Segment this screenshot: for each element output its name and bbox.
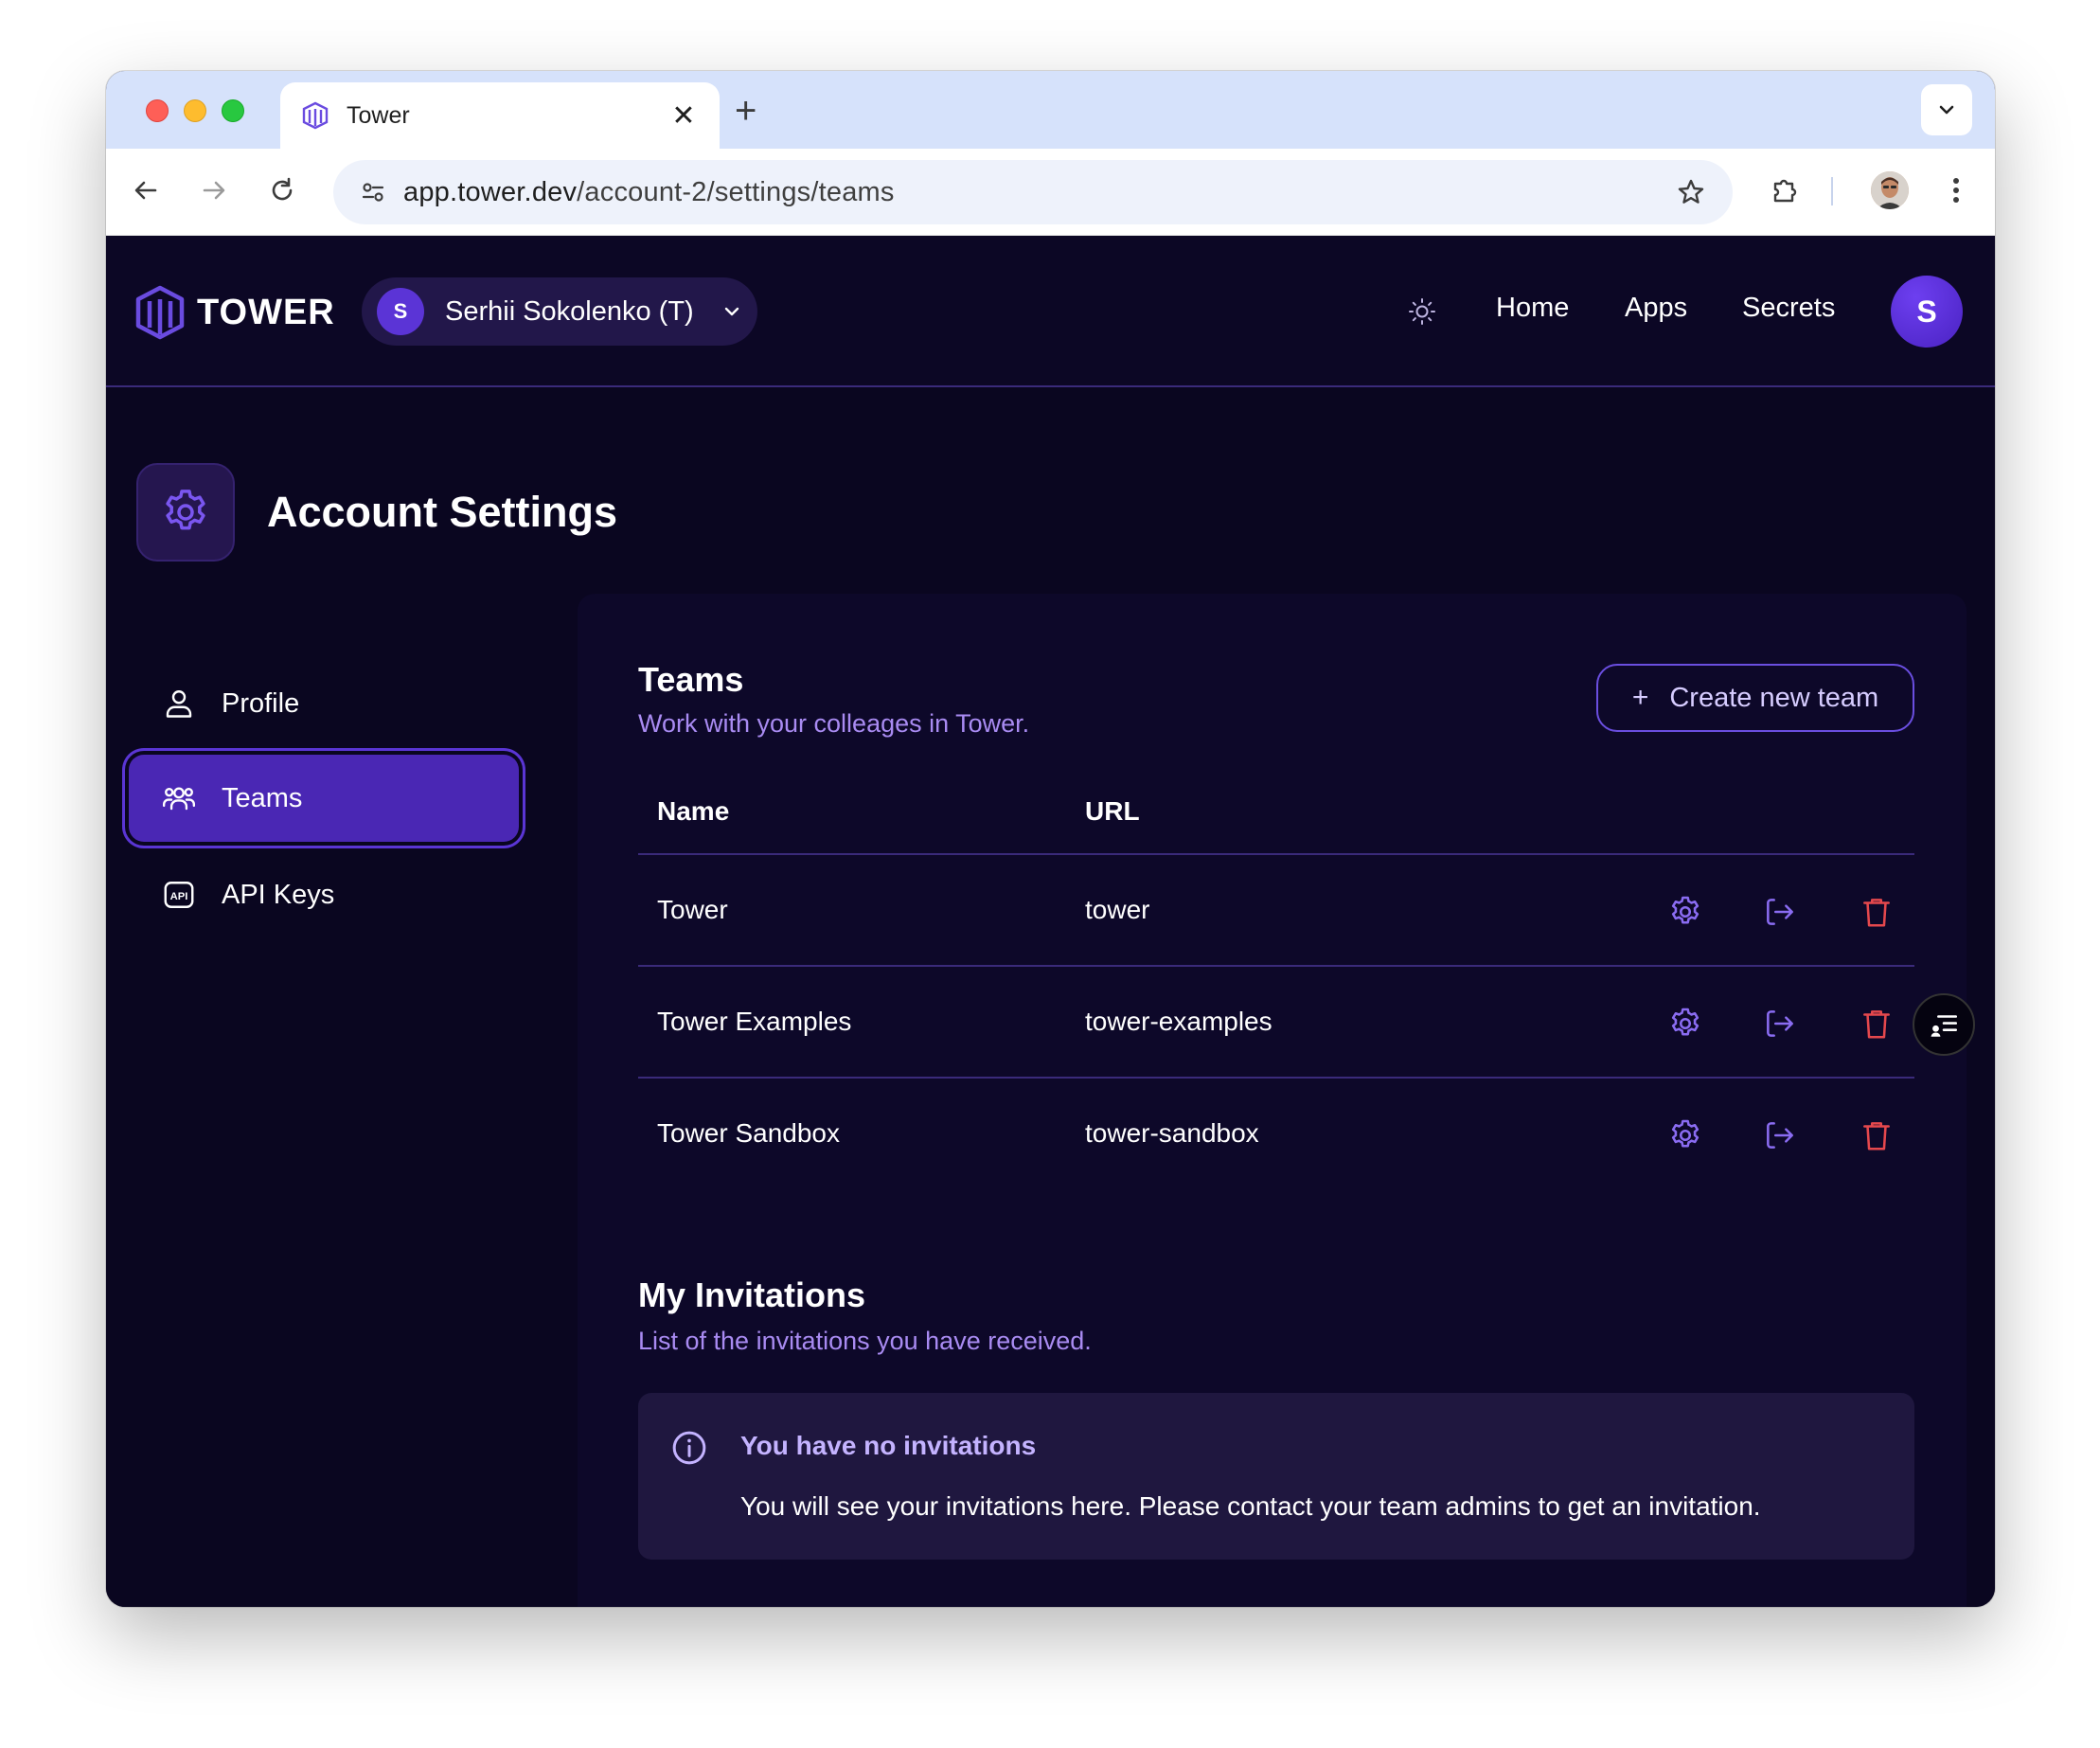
gear-icon[interactable] <box>1664 1003 1706 1044</box>
user-avatar-button[interactable]: S <box>1891 276 1963 348</box>
trash-icon[interactable] <box>1856 1115 1897 1156</box>
table-row: Tower Sandbox tower-sandbox <box>638 1077 1914 1188</box>
reload-button[interactable] <box>261 169 303 211</box>
tower-logo-icon <box>135 285 185 340</box>
settings-header: Account Settings <box>136 463 617 562</box>
tab-title: Tower <box>347 101 410 129</box>
tab-strip: Tower ✕ + <box>106 71 1995 149</box>
maximize-window-button[interactable] <box>222 99 244 122</box>
sidebar-item-teams[interactable]: Teams <box>129 755 519 842</box>
account-name: Serhii Sokolenko (T) <box>445 295 694 327</box>
leave-icon[interactable] <box>1759 1003 1801 1044</box>
table-row: Tower tower <box>638 853 1914 965</box>
teams-panel: Teams Work with your colleages in Tower.… <box>578 594 1967 1607</box>
teams-title: Teams <box>638 660 744 699</box>
arrow-left-icon <box>134 181 157 200</box>
alert-body: You will see your invitations here. Plea… <box>740 1491 1761 1521</box>
theme-toggle-button[interactable] <box>1405 294 1439 329</box>
column-header-name: Name <box>657 796 730 826</box>
team-name: Tower Examples <box>657 1007 852 1036</box>
svg-text:API: API <box>170 891 188 902</box>
users-icon <box>159 778 199 818</box>
page-title: Account Settings <box>267 488 618 536</box>
teams-subtitle: Work with your colleages in Tower. <box>638 709 1030 738</box>
no-invitations-alert: You have no invitations You will see you… <box>638 1393 1914 1560</box>
bookmark-star-icon[interactable] <box>1670 171 1712 213</box>
account-switcher[interactable]: S Serhii Sokolenko (T) <box>362 277 757 346</box>
floating-menu-button[interactable] <box>1913 993 1975 1056</box>
url-path: /account-2/settings/teams <box>577 176 895 207</box>
gear-icon[interactable] <box>1664 1115 1706 1156</box>
team-url: tower <box>1085 895 1150 924</box>
puzzle-icon <box>1773 179 1797 203</box>
gear-icon[interactable] <box>1664 891 1706 933</box>
browser-toolbar: app.tower.dev/account-2/settings/teams <box>106 149 1995 236</box>
sun-icon <box>1409 298 1435 325</box>
user-list-icon <box>1931 1015 1958 1037</box>
chevron-down-icon <box>724 307 739 316</box>
leave-icon[interactable] <box>1759 1115 1801 1156</box>
site-info-icon[interactable] <box>354 173 392 211</box>
profile-avatar <box>1871 171 1909 209</box>
team-name: Tower Sandbox <box>657 1118 841 1148</box>
sidebar-item-label: Profile <box>222 687 300 719</box>
trash-icon[interactable] <box>1856 1003 1897 1044</box>
reload-icon <box>272 177 293 201</box>
column-header-url: URL <box>1085 796 1140 826</box>
leave-icon[interactable] <box>1759 891 1801 933</box>
team-url: tower-sandbox <box>1085 1118 1259 1148</box>
profile-button[interactable] <box>1869 169 1911 211</box>
url-host: app.tower.dev <box>403 176 578 207</box>
chevron-down-icon <box>1939 105 1954 115</box>
api-icon: API <box>159 875 199 915</box>
toolbar-divider <box>1831 177 1833 205</box>
sidebar-item-api-keys[interactable]: API API Keys <box>129 851 519 938</box>
close-window-button[interactable] <box>146 99 169 122</box>
logo-text: TOWER <box>197 292 335 332</box>
minimize-window-button[interactable] <box>184 99 206 122</box>
settings-gear-icon <box>136 463 235 562</box>
extensions-button[interactable] <box>1765 169 1806 211</box>
new-tab-button[interactable]: + <box>735 92 756 130</box>
table-row: Tower Examples tower-examples <box>638 965 1914 1077</box>
app-header: TOWER S Serhii Sokolenko (T) Home Apps S… <box>106 236 1995 387</box>
sidebar-item-label: Teams <box>222 782 303 813</box>
account-avatar: S <box>377 288 424 335</box>
team-url: tower-examples <box>1085 1007 1272 1036</box>
more-vertical-icon <box>1953 178 1959 203</box>
sidebar-item-label: API Keys <box>222 879 335 910</box>
trash-icon[interactable] <box>1856 891 1897 933</box>
back-button[interactable] <box>125 169 167 211</box>
user-icon <box>159 684 199 723</box>
tab-search-button[interactable] <box>1921 84 1972 135</box>
url-text[interactable]: app.tower.dev/account-2/settings/teams <box>403 177 1670 208</box>
arrow-right-icon <box>203 181 225 200</box>
browser-tab-tower[interactable]: Tower ✕ <box>280 82 720 149</box>
browser-window: Tower ✕ + app.tower.dev/account-2/settin… <box>106 71 1995 1607</box>
nav-apps-link[interactable]: Apps <box>1625 293 1687 324</box>
create-team-label: Create new team <box>1669 682 1879 713</box>
tower-logo[interactable]: TOWER <box>134 285 335 340</box>
address-bar[interactable]: app.tower.dev/account-2/settings/teams <box>333 160 1733 224</box>
tower-favicon-icon <box>301 101 329 130</box>
forward-button[interactable] <box>193 169 235 211</box>
nav-secrets-link[interactable]: Secrets <box>1742 293 1835 324</box>
alert-title: You have no invitations <box>740 1431 1037 1460</box>
invitations-subtitle: List of the invitations you have receive… <box>638 1327 1092 1355</box>
info-icon <box>672 1431 706 1465</box>
create-team-button[interactable]: + Create new team <box>1596 664 1914 732</box>
nav-home-link[interactable]: Home <box>1496 293 1569 324</box>
invitations-title: My Invitations <box>638 1275 866 1314</box>
app-root: TOWER S Serhii Sokolenko (T) Home Apps S… <box>106 236 1995 1607</box>
plus-icon: + <box>1631 682 1649 713</box>
tab-close-icon[interactable]: ✕ <box>668 99 699 133</box>
browser-menu-button[interactable] <box>1935 169 1977 211</box>
sidebar-item-profile[interactable]: Profile <box>129 660 519 747</box>
team-name: Tower <box>657 895 728 924</box>
